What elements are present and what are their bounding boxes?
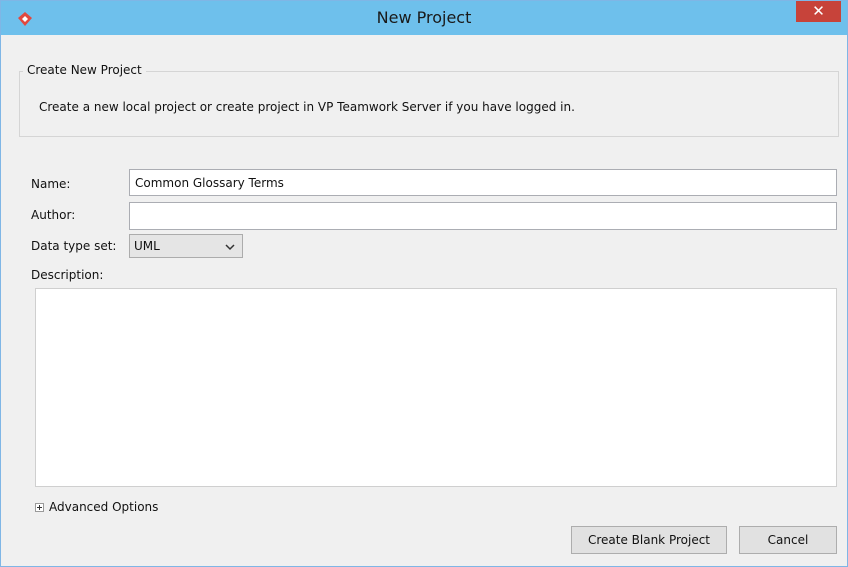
data-type-set-value: UML: [134, 239, 160, 253]
data-type-set-select[interactable]: UML: [129, 234, 243, 258]
name-label: Name:: [31, 177, 71, 191]
description-label: Description:: [31, 268, 104, 282]
author-input[interactable]: [129, 202, 837, 230]
advanced-options-toggle[interactable]: Advanced Options: [49, 500, 158, 514]
title-bar[interactable]: New Project ✕: [1, 1, 847, 35]
chevron-down-icon: [225, 244, 235, 251]
group-message: Create a new local project or create pro…: [39, 100, 575, 114]
expand-plus-icon[interactable]: [35, 503, 44, 512]
close-button[interactable]: ✕: [796, 1, 841, 22]
name-input[interactable]: [129, 169, 837, 196]
close-icon: ✕: [812, 2, 825, 20]
new-project-dialog: New Project ✕ Create New Project Create …: [0, 0, 848, 567]
author-label: Author:: [31, 208, 76, 222]
data-type-set-label: Data type set:: [31, 239, 117, 253]
window-title: New Project: [376, 8, 472, 27]
create-blank-project-button[interactable]: Create Blank Project: [571, 526, 727, 554]
description-textarea[interactable]: [35, 288, 837, 487]
group-legend: Create New Project: [23, 63, 146, 77]
cancel-button[interactable]: Cancel: [739, 526, 837, 554]
